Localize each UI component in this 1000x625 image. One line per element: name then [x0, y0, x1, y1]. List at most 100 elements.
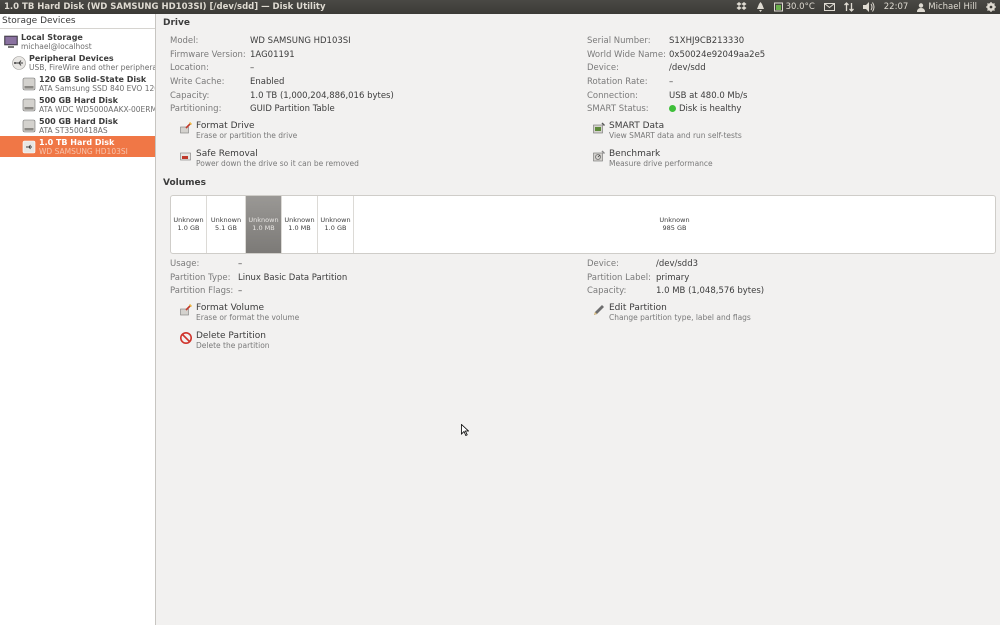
main-panel: Drive Model: WD SAMSUNG HD103SI Firmware… — [156, 14, 1000, 625]
computer-icon — [4, 35, 18, 48]
sidebar-item-subtitle: ATA WDC WD5000AAKX-00ERMA0 — [39, 104, 155, 114]
drive-model-label: Model: — [170, 36, 199, 46]
sidebar-item-title: Local Storage — [21, 32, 83, 42]
sidebar-item-title: 500 GB Hard Disk — [39, 95, 118, 105]
volume-segment-size: 1.0 GB — [177, 223, 200, 232]
benchmark-title: Benchmark — [609, 149, 661, 159]
delete-partition-button[interactable]: Delete Partition Delete the partition — [180, 331, 270, 350]
drive-smart-status-label: SMART Status: — [587, 104, 649, 114]
sidebar-item-subtitle: USB, FireWire and other peripherals — [29, 62, 155, 72]
drive-connection-value: USB at 480.0 Mb/s — [669, 91, 748, 101]
sidebar-item-title: Peripheral Devices — [29, 53, 114, 63]
volume-segment-size: 1.0 MB — [252, 223, 275, 232]
top-panel: 1.0 TB Hard Disk (WD SAMSUNG HD103SI) [/… — [0, 0, 1000, 14]
edit-partition-title: Edit Partition — [609, 303, 667, 313]
format-volume-button[interactable]: Format Volume Erase or format the volume — [180, 303, 299, 322]
volume-segment-6[interactable]: Unknown 985 GB — [354, 196, 995, 253]
network-icon[interactable] — [843, 2, 854, 12]
drive-partitioning-value: GUID Partition Table — [250, 104, 335, 114]
volume-partition-flags-label: Partition Flags: — [170, 286, 234, 296]
drive-partitioning-label: Partitioning: — [170, 104, 222, 114]
smart-data-title: SMART Data — [609, 121, 665, 131]
smart-data-icon — [593, 122, 605, 134]
volume-capacity-value: 1.0 MB (1,048,576 bytes) — [656, 286, 765, 296]
disk-icon — [22, 119, 36, 132]
sidebar-item-title: 1.0 TB Hard Disk — [39, 137, 115, 147]
smart-data-button[interactable]: SMART Data View SMART data and run self-… — [593, 121, 742, 140]
volume-partition-type-label: Partition Type: — [170, 273, 231, 283]
drive-serial-label: Serial Number: — [587, 36, 651, 46]
sidebar-item-hdd-500gb-wdc[interactable]: 500 GB Hard Disk ATA WDC WD5000AAKX-00ER… — [0, 94, 155, 115]
drive-firmware-value: 1AG01191 — [250, 50, 295, 60]
volume-usage-label: Usage: — [170, 259, 200, 269]
bell-icon[interactable] — [756, 2, 765, 12]
volume-usage-value: – — [238, 259, 243, 269]
system-tray: 30.0°C 22:07 Michael Hill — [736, 2, 1000, 12]
clock[interactable]: 22:07 — [884, 2, 909, 12]
sidebar-item-title: 120 GB Solid-State Disk — [39, 74, 147, 84]
sidebar-item-subtitle: WD SAMSUNG HD103SI — [39, 146, 128, 156]
drive-write-cache-label: Write Cache: — [170, 77, 225, 87]
edit-partition-button[interactable]: Edit Partition Change partition type, la… — [593, 303, 751, 322]
safe-removal-icon — [180, 152, 191, 161]
sidebar-item-title: 500 GB Hard Disk — [39, 116, 118, 126]
benchmark-desc: Measure drive performance — [609, 159, 713, 168]
volume-partition-label-label: Partition Label: — [587, 273, 651, 283]
benchmark-icon — [593, 150, 605, 162]
volume-segment-1[interactable]: Unknown 1.0 GB — [171, 196, 207, 253]
format-drive-icon — [180, 122, 192, 134]
mail-icon[interactable] — [823, 3, 835, 11]
sidebar-item-hdd-1tb[interactable]: 1.0 TB Hard Disk WD SAMSUNG HD103SI — [0, 136, 155, 157]
usb-disk-icon — [22, 140, 36, 153]
volume-icon[interactable] — [862, 2, 875, 12]
sidebar-item-subtitle: michael@localhost — [21, 41, 92, 51]
sidebar-item-ssd-120gb[interactable]: 120 GB Solid-State Disk ATA Samsung SSD … — [0, 73, 155, 94]
dropbox-icon[interactable] — [736, 2, 747, 12]
drive-location-label: Location: — [170, 63, 209, 73]
drive-serial-value: S1XHJ9CB213330 — [669, 36, 745, 46]
sidebar-header: Storage Devices — [0, 14, 155, 29]
battery-icon — [773, 2, 783, 12]
drive-smart-status-value: Disk is healthy — [679, 104, 742, 114]
drive-section-title: Drive — [163, 18, 190, 28]
volume-segment-3-selected[interactable]: Unknown 1.0 MB — [246, 196, 282, 253]
user-menu[interactable]: Michael Hill — [917, 2, 977, 12]
disk-icon — [22, 77, 36, 90]
volume-partition-type-value: Linux Basic Data Partition — [238, 273, 348, 283]
volume-segment-size: 985 GB — [662, 223, 687, 232]
temperature-indicator[interactable]: 30.0°C — [773, 2, 815, 12]
drive-connection-label: Connection: — [587, 91, 638, 101]
drive-wwn-value: 0x50024e92049aa2e5 — [669, 50, 766, 60]
format-volume-icon — [180, 304, 192, 316]
volume-segment-size: 1.0 MB — [288, 223, 311, 232]
drive-capacity-label: Capacity: — [170, 91, 210, 101]
safe-removal-button[interactable]: Safe Removal Power down the drive so it … — [180, 149, 359, 168]
drive-model-value: WD SAMSUNG HD103SI — [250, 36, 351, 46]
user-icon — [917, 2, 926, 12]
volume-segment-4[interactable]: Unknown 1.0 MB — [282, 196, 318, 253]
sidebar-item-hdd-500gb-st[interactable]: 500 GB Hard Disk ATA ST3500418AS — [0, 115, 155, 136]
window-title: 1.0 TB Hard Disk (WD SAMSUNG HD103SI) [/… — [4, 2, 326, 12]
sidebar-item-local-storage[interactable]: Local Storage michael@localhost — [0, 31, 155, 52]
drive-capacity-value: 1.0 TB (1,000,204,886,016 bytes) — [250, 91, 394, 101]
format-drive-desc: Erase or partition the drive — [196, 131, 298, 140]
format-volume-desc: Erase or format the volume — [196, 313, 300, 322]
benchmark-button[interactable]: Benchmark Measure drive performance — [593, 149, 713, 168]
volume-partition-flags-value: – — [238, 286, 243, 296]
drive-firmware-label: Firmware Version: — [170, 50, 246, 60]
volume-segment-2[interactable]: Unknown 5.1 GB — [207, 196, 246, 253]
drive-location-value: – — [250, 63, 255, 73]
sidebar-item-peripheral-devices[interactable]: Peripheral Devices USB, FireWire and oth… — [0, 52, 155, 73]
edit-partition-desc: Change partition type, label and flags — [609, 313, 751, 322]
drive-rotation-value: – — [669, 77, 674, 87]
volume-map: Unknown 1.0 GB Unknown 5.1 GB Unknown 1.… — [170, 195, 996, 254]
format-drive-button[interactable]: Format Drive Erase or partition the driv… — [180, 121, 297, 140]
volume-partition-label-value: primary — [656, 273, 690, 283]
usb-icon — [12, 55, 26, 70]
volume-segment-5[interactable]: Unknown 1.0 GB — [318, 196, 354, 253]
sidebar-item-subtitle: ATA Samsung SSD 840 EVO 120GB — [39, 83, 155, 93]
mouse-cursor-icon — [461, 424, 469, 436]
gear-icon[interactable] — [986, 2, 996, 12]
volume-segment-size: 1.0 GB — [324, 223, 347, 232]
user-name: Michael Hill — [928, 2, 977, 12]
